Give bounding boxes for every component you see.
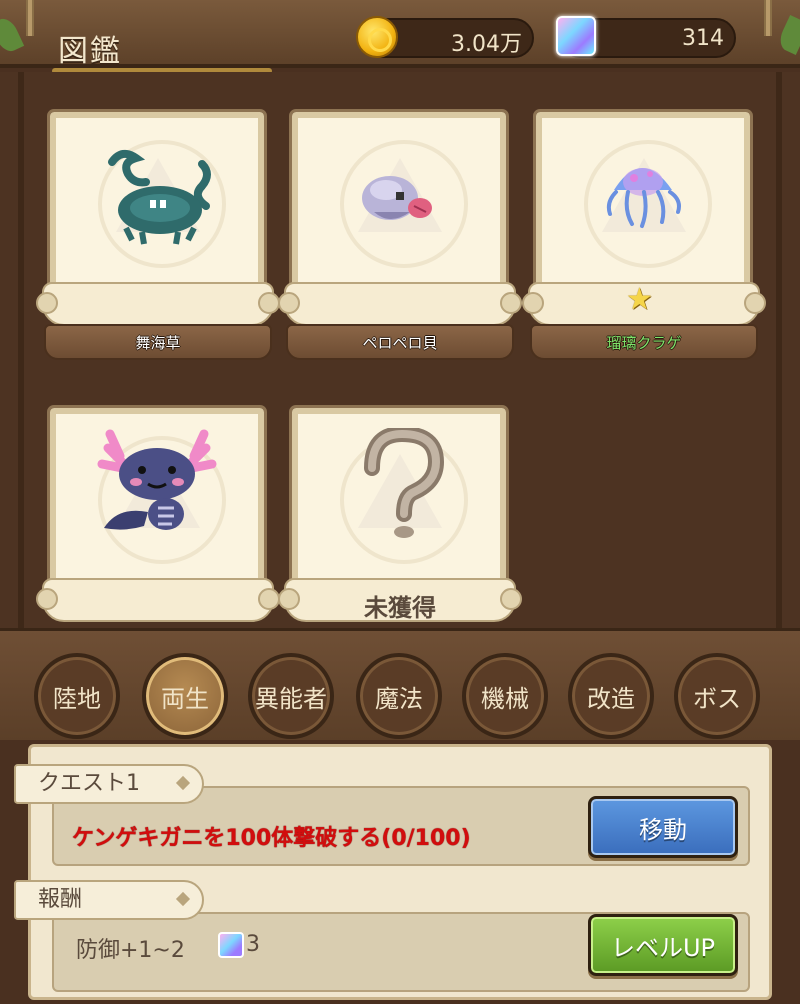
tab-machine[interactable]: 機械 [462,653,548,739]
gold-value: 3.04万 [451,32,522,57]
tab-modified[interactable]: 改造 [568,653,654,739]
quest-tag-label: クエスト1 [38,771,140,796]
tab-magic[interactable]: 魔法 [356,653,442,739]
card-ribbon [36,282,280,326]
gem-counter[interactable]: 314 [556,16,736,58]
gem-icon [218,932,244,958]
reward-tag: 報酬 [14,880,204,920]
unowned-label: 未獲得 [364,594,436,622]
star-icon: ★ [626,282,653,317]
monster-card-seaweed[interactable]: 舞海草 [36,92,280,362]
rope-left [26,0,34,36]
level-up-button[interactable]: レベルUP [588,914,738,976]
monster-card-jellyfish[interactable]: ★ 瑠璃クラゲ [522,92,766,362]
diamond-icon [175,775,191,791]
tab-esper[interactable]: 異能者 [248,653,334,739]
tab-boss[interactable]: ボス [674,653,760,739]
seaweed-monster-icon [108,149,211,245]
page-title: 図鑑 [58,34,122,69]
move-button[interactable]: 移動 [588,796,738,858]
monster-card-tongue-shell[interactable]: ペロペロ貝 [278,92,522,362]
axolotl-icon [97,429,217,530]
card-ribbon [36,578,280,622]
monster-card-unowned[interactable]: 未獲得 [278,388,522,658]
quest-tag: クエスト1 [14,764,204,804]
tab-amphibian[interactable]: 両生 [142,653,228,739]
gem-value: 314 [682,26,724,51]
reward-tag-label: 報酬 [38,887,83,912]
tab-land[interactable]: 陸地 [34,653,120,739]
gold-counter[interactable]: 3.04万 [356,16,534,58]
gem-icon [556,16,596,56]
quest-description: ケンゲキガニを100体撃破する(0/100) [72,826,471,851]
monster-card-axolotl[interactable] [36,388,280,658]
card-name: 瑠璃クラゲ [606,334,682,352]
question-mark-icon [364,428,445,538]
tongue-shell-icon [362,176,432,220]
rope-right [764,0,772,36]
card-name: ペロペロ貝 [362,334,438,352]
jellyfish-icon [606,168,681,228]
reward-description: 防御+1~2 [76,938,185,963]
leaf-decoration-left [0,14,25,56]
reward-gem-count: 3 [246,932,260,957]
category-tabs: 陸地 両生 異能者 魔法 機械 改造 ボス [0,628,800,740]
gold-coin-icon [356,16,398,58]
leaf-decoration-right [775,14,800,56]
card-ribbon [278,282,522,326]
diamond-icon [175,891,191,907]
card-name: 舞海草 [135,334,181,352]
top-bar: 図鑑 3.04万 314 [0,0,800,69]
